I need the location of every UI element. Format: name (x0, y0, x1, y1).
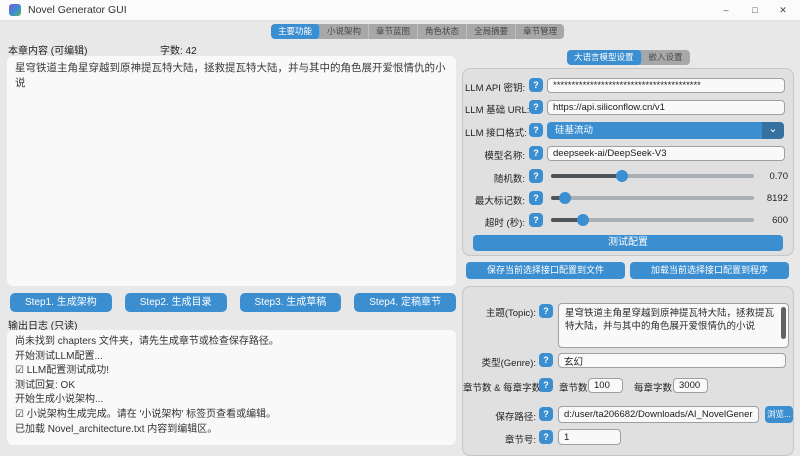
chapters-words-help-icon[interactable]: ? (539, 378, 553, 392)
log-line: ☑ 小说架构生成完成。请在 '小说架构' 标签页查看或编辑。 (15, 408, 277, 420)
max-tokens-help-icon[interactable]: ? (529, 191, 543, 205)
tab-main-functions[interactable]: 主要功能 (271, 24, 321, 39)
slider-knob[interactable] (577, 214, 590, 226)
max-tokens-slider[interactable] (551, 191, 754, 205)
step-button-row: Step1. 生成架构 Step2. 生成目录 Step3. 生成草稿 Step… (10, 293, 456, 312)
timeout-slider[interactable] (551, 213, 754, 227)
api-key-help-icon[interactable]: ? (529, 78, 543, 92)
slider-knob[interactable] (559, 192, 572, 204)
topic-scrollbar[interactable] (781, 307, 786, 339)
log-line: 开始生成小说架构... (15, 394, 104, 406)
novel-params-frame: 主题(Topic): ? 星穹铁道主角星穿越到原神提瓦特大陆，拯救提瓦特大陆，并… (462, 286, 794, 456)
load-config-button[interactable]: 加载当前选择接口配置到程序 (630, 262, 789, 279)
save-path-input[interactable] (558, 406, 759, 423)
tab-llm-settings[interactable]: 大语言模型设置 (567, 50, 642, 65)
genre-input[interactable] (558, 353, 786, 368)
chapter-editor-label: 本章内容 (可编辑) (8, 46, 88, 57)
genre-help-icon[interactable]: ? (539, 353, 553, 367)
api-key-label: LLM API 密钥: (465, 83, 526, 94)
main-tab-bar: 主要功能 小说架构 章节蓝图 角色状态 全局摘要 章节管理 (271, 24, 565, 39)
test-config-button[interactable]: 测试配置 (473, 235, 783, 251)
base-url-label: LLM 基础 URL: (465, 105, 530, 116)
title-bar: Novel Generator GUI – □ ✕ (0, 0, 800, 21)
chapter-number-label: 章节号: (504, 435, 536, 446)
step1-generate-architecture-button[interactable]: Step1. 生成架构 (10, 293, 112, 312)
topic-help-icon[interactable]: ? (539, 304, 553, 318)
save-path-label: 保存路径: (495, 412, 536, 423)
chapter-content-textarea[interactable]: 星穹铁道主角星穿越到原神提瓦特大陆，拯救提瓦特大陆，并与其中的角色展开爱恨情仇的… (7, 56, 456, 286)
timeout-help-icon[interactable]: ? (529, 213, 543, 227)
save-config-button[interactable]: 保存当前选择接口配置到文件 (466, 262, 625, 279)
chevron-down-icon: ⌄ (762, 122, 784, 139)
topic-label: 主题(Topic): (485, 308, 536, 319)
interface-format-value: 硅基流动 (555, 125, 594, 136)
api-key-input[interactable] (547, 78, 785, 93)
close-icon[interactable]: ✕ (769, 0, 797, 20)
base-url-input[interactable] (547, 100, 785, 115)
max-tokens-value: 8192 (766, 193, 788, 204)
tab-chapter-blueprint[interactable]: 章节蓝图 (369, 24, 419, 39)
app-icon (9, 4, 21, 16)
interface-format-dropdown[interactable]: 硅基流动 ⌄ (547, 122, 784, 139)
chapters-words-label: 章节数 & 每章字数 (463, 383, 542, 394)
genre-label: 类型(Genre): (481, 358, 536, 369)
base-url-help-icon[interactable]: ? (529, 100, 543, 114)
chapter-number-help-icon[interactable]: ? (539, 430, 553, 444)
log-line: 尚未找到 chapters 文件夹，请先生成章节或检查保存路径。 (15, 336, 279, 347)
temperature-help-icon[interactable]: ? (529, 169, 543, 183)
timeout-value: 600 (772, 215, 788, 226)
temperature-label: 随机数: (493, 174, 525, 185)
temperature-slider[interactable] (551, 169, 754, 183)
topic-text: 星穹铁道主角星穿越到原神提瓦特大陆，拯救提瓦特大陆，并与其中的角色展开爱恨情仇的… (565, 308, 775, 332)
step2-generate-directory-button[interactable]: Step2. 生成目录 (124, 293, 227, 312)
temperature-value: 0.70 (769, 171, 789, 182)
interface-format-label: LLM 接口格式: (465, 128, 527, 139)
novel-generator-window: { "window": { "title": "Novel Generator … (0, 0, 800, 456)
model-name-input[interactable] (547, 146, 785, 161)
tab-character-state[interactable]: 角色状态 (418, 24, 468, 39)
step3-generate-draft-button[interactable]: Step3. 生成草稿 (239, 293, 342, 312)
maximize-icon[interactable]: □ (741, 0, 769, 20)
tab-chapter-manage[interactable]: 章节管理 (516, 24, 564, 39)
log-line: 测试回复: OK (15, 379, 76, 391)
config-tab-bar: 大语言模型设置 嵌入设置 (567, 50, 690, 65)
interface-format-help-icon[interactable]: ? (529, 123, 543, 137)
timeout-label: 超时 (秒): (484, 218, 525, 229)
tab-global-summary[interactable]: 全局摘要 (467, 24, 517, 39)
chapter-count-label: 章节数 (559, 383, 588, 394)
minimize-icon[interactable]: – (712, 0, 740, 20)
log-line: ☑ LLM配置测试成功! (15, 365, 109, 377)
step4-finalize-chapter-button[interactable]: Step4. 定稿章节 (354, 293, 456, 312)
model-name-label: 模型名称: (484, 151, 525, 162)
log-line: 已加载 Novel_architecture.txt 内容到编辑区。 (15, 423, 218, 435)
save-path-help-icon[interactable]: ? (539, 407, 553, 421)
topic-textarea[interactable]: 星穹铁道主角星穿越到原神提瓦特大陆，拯救提瓦特大陆，并与其中的角色展开爱恨情仇的… (558, 303, 789, 348)
llm-config-frame: LLM API 密钥: ? LLM 基础 URL: ? LLM 接口格式: ? … (462, 68, 794, 256)
tab-embedding-settings[interactable]: 嵌入设置 (642, 50, 690, 65)
words-per-chapter-input[interactable] (673, 378, 708, 393)
chapter-number-input[interactable] (558, 429, 621, 445)
log-line: 开始测试LLM配置... (15, 350, 103, 362)
tab-novel-architecture[interactable]: 小说架构 (320, 24, 370, 39)
model-name-help-icon[interactable]: ? (529, 146, 543, 160)
chapter-count-input[interactable] (588, 378, 623, 393)
words-per-chapter-label: 每章字数 (634, 383, 673, 394)
slider-knob[interactable] (616, 170, 629, 182)
output-log-textarea: 尚未找到 chapters 文件夹，请先生成章节或检查保存路径。 开始测试LLM… (7, 330, 456, 445)
window-title: Novel Generator GUI (28, 4, 127, 16)
browse-button[interactable]: 浏览... (765, 406, 793, 423)
word-count-label: 字数: 42 (160, 46, 197, 57)
max-tokens-label: 最大标记数: (474, 196, 525, 207)
